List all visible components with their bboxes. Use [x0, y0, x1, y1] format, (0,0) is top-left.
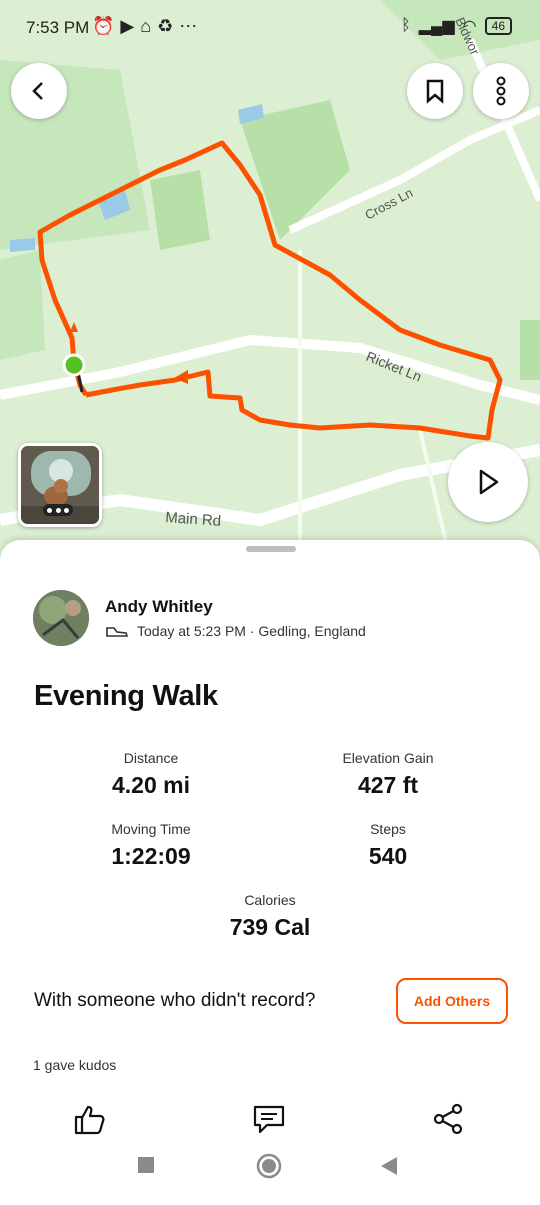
status-bar: 7:53 PM ⏰ ▶ ⌂ ♻ ⋯ ᛒ ▂▄▆ ◠ 46 [0, 0, 540, 58]
more-icon [496, 76, 506, 106]
flyover-play-button[interactable] [448, 442, 528, 522]
sheet-drag-handle[interactable] [246, 546, 296, 552]
bluetooth-icon: ᛒ [401, 17, 411, 34]
system-nav-bar [0, 1135, 540, 1200]
stat-label: Steps [370, 821, 406, 837]
stat-value: 427 ft [357, 772, 419, 798]
bookmark-button[interactable] [407, 63, 463, 119]
stat-value: 4.20 mi [112, 772, 190, 798]
thumbs-up-icon [74, 1105, 105, 1135]
stat-elevation-gain: Elevation Gain 427 ft [278, 750, 498, 799]
status-right-icons: ᛒ ▂▄▆ ◠ 46 [401, 16, 512, 36]
more-options-button[interactable] [473, 63, 529, 119]
bookmark-icon [426, 79, 444, 104]
activity-sheet: Andy Whitley Today at 5:23 PM · Gedling,… [0, 540, 540, 1135]
comment-button[interactable] [251, 1103, 291, 1135]
app-icon: ⌂ [140, 16, 152, 36]
comment-icon [253, 1105, 285, 1134]
play-icon [479, 469, 499, 495]
recents-icon[interactable] [138, 1157, 154, 1173]
alarm-icon: ⏰ [92, 16, 115, 36]
stat-steps: Steps 540 [278, 821, 498, 870]
stat-label: Moving Time [111, 821, 191, 837]
battery-indicator: 46 [484, 17, 512, 35]
back-icon [32, 82, 43, 100]
stat-value: 540 [368, 843, 408, 869]
stat-label: Distance [123, 750, 179, 766]
share-icon [433, 1103, 463, 1135]
status-time: 7:53 PM [26, 18, 90, 37]
stat-distance: Distance 4.20 mi [41, 750, 261, 799]
activity-photo-thumbnail[interactable] [18, 443, 102, 527]
recycle-icon: ♻ [157, 16, 174, 36]
youtube-icon: ▶ [120, 16, 135, 36]
photo-count-dots [43, 504, 73, 516]
back-button[interactable] [11, 63, 67, 119]
kudos-count[interactable]: 1 gave kudos [33, 1057, 116, 1073]
stat-moving-time: Moving Time 1:22:09 [41, 821, 261, 870]
stat-label: Calories [244, 892, 296, 908]
shoe-icon [106, 627, 129, 637]
share-button[interactable] [430, 1103, 470, 1135]
stat-value: 739 Cal [229, 914, 311, 940]
stat-label: Elevation Gain [342, 750, 434, 766]
avatar[interactable] [33, 590, 89, 646]
athlete-name[interactable]: Andy Whitley [105, 597, 213, 617]
home-icon[interactable] [256, 1153, 282, 1179]
activity-meta-text: Today at 5:23 PM · Gedling, England [137, 623, 366, 639]
stat-calories: Calories 739 Cal [160, 892, 380, 941]
stat-value: 1:22:09 [111, 843, 191, 869]
wifi-icon: ◠ [462, 18, 477, 35]
add-others-button[interactable]: Add Others [396, 978, 508, 1024]
activity-meta: Today at 5:23 PM · Gedling, England [105, 623, 366, 639]
more-dots-icon: ⋯ [179, 16, 198, 36]
back-triangle-icon[interactable] [381, 1157, 397, 1175]
activity-title: Evening Walk [34, 680, 218, 712]
signal-icon: ▂▄▆ [418, 18, 455, 35]
add-others-prompt: With someone who didn't record? [34, 990, 316, 1011]
status-left-icons: ⏰ ▶ ⌂ ♻ ⋯ [92, 16, 197, 37]
kudos-button[interactable] [72, 1103, 112, 1135]
